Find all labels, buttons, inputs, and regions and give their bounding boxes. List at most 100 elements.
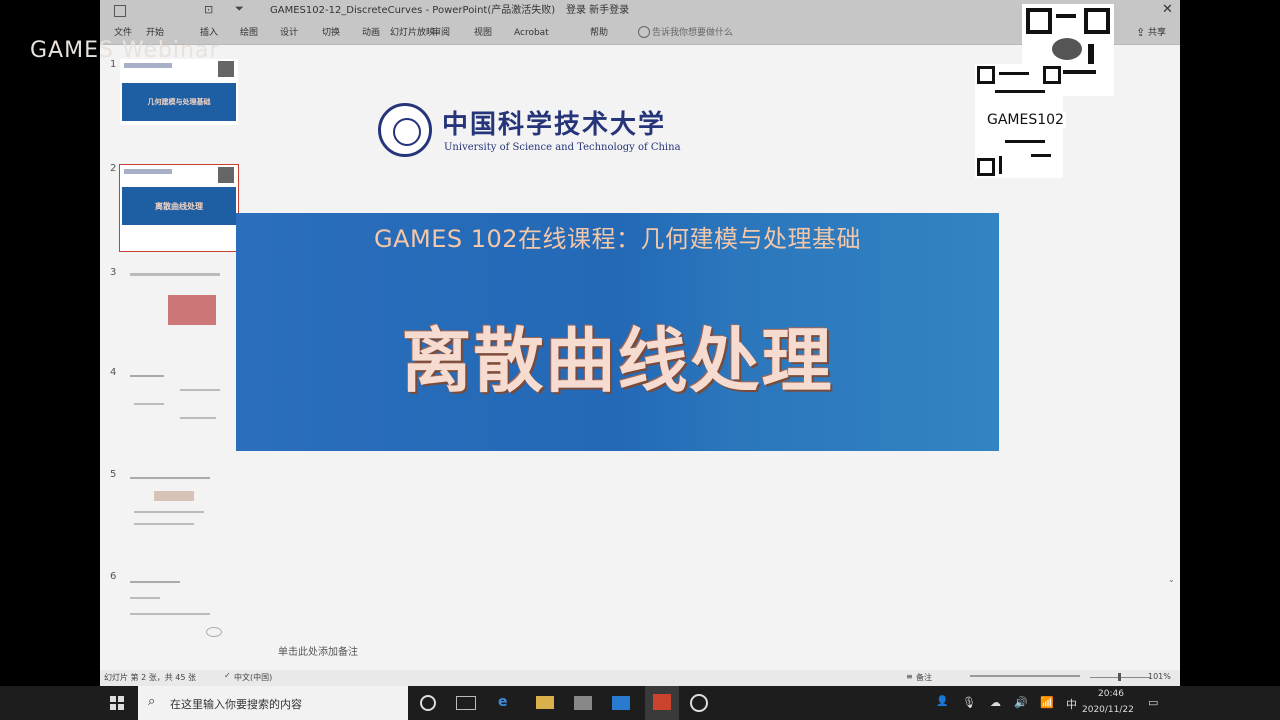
watermark: GAMES Webinar bbox=[30, 38, 220, 63]
tab-view[interactable]: 视图 bbox=[474, 22, 492, 44]
thumbnail-pane[interactable]: 1 几何建模与处理基础 2 离散曲线处理 3 4 5 6 bbox=[100, 45, 240, 670]
volume-icon[interactable]: 🔊 bbox=[1014, 696, 1028, 709]
window-title: GAMES102-12_DiscreteCurves - PowerPoint(… bbox=[270, 5, 556, 16]
thumb-logo bbox=[124, 169, 172, 174]
clock-app-icon[interactable] bbox=[690, 694, 708, 712]
thumb-banner: 几何建模与处理基础 bbox=[122, 83, 236, 121]
qr-module bbox=[1031, 154, 1051, 157]
notes-button[interactable]: 备注 bbox=[916, 672, 932, 683]
thumb-text-line bbox=[130, 375, 164, 377]
thumbnail-slide-3[interactable] bbox=[120, 269, 238, 335]
qr-module bbox=[1005, 140, 1045, 143]
status-bar: 幻灯片 第 2 张，共 45 张 ✓ 中文(中国) ≡ 备注 101% bbox=[100, 670, 1180, 686]
thumbnail-number: 5 bbox=[110, 469, 117, 480]
title-banner: GAMES 102在线课程：几何建模与处理基础 离散曲线处理 bbox=[236, 213, 999, 451]
signin-link[interactable]: 登录 新手登录 bbox=[566, 0, 629, 22]
search-icon: ⌕ bbox=[148, 694, 156, 709]
slideshow-icon[interactable]: ⊡ bbox=[204, 3, 213, 16]
microphone-icon[interactable]: 🎙 bbox=[962, 696, 976, 709]
tab-draw[interactable]: 绘图 bbox=[240, 22, 258, 44]
powerpoint-taskbar-button[interactable] bbox=[645, 686, 679, 720]
thumbnail-slide-5[interactable] bbox=[120, 471, 238, 551]
people-icon[interactable]: 👤 bbox=[936, 696, 948, 707]
university-name-en: University of Science and Technology of … bbox=[444, 142, 681, 153]
thumb-text-line bbox=[130, 613, 210, 615]
clock-date[interactable]: 2020/11/22 bbox=[1082, 705, 1134, 715]
notes-placeholder[interactable]: 单击此处添加备注 bbox=[278, 643, 358, 658]
share-icon[interactable]: ⇪ bbox=[1136, 26, 1145, 39]
thumb-text-line bbox=[130, 273, 220, 276]
thumb-text-line bbox=[130, 581, 180, 583]
title-bar: ⊡ ⏷ GAMES102-12_DiscreteCurves - PowerPo… bbox=[100, 0, 1180, 22]
tab-help[interactable]: 帮助 bbox=[590, 22, 608, 44]
mail-icon[interactable] bbox=[612, 696, 630, 710]
tab-slideshow[interactable]: 幻灯片放映 bbox=[390, 22, 435, 44]
customize-qat-icon[interactable]: ⏷ bbox=[235, 2, 244, 16]
zoom-slider-handle[interactable] bbox=[1118, 673, 1121, 681]
tab-acrobat[interactable]: Acrobat bbox=[514, 22, 549, 44]
tab-review[interactable]: 审阅 bbox=[432, 22, 450, 44]
slide-counter: 幻灯片 第 2 张，共 45 张 bbox=[104, 673, 196, 682]
thumbnail-number: 6 bbox=[110, 571, 117, 582]
tab-design[interactable]: 设计 bbox=[280, 22, 298, 44]
qr-module bbox=[1052, 38, 1082, 60]
qr-finder bbox=[1026, 8, 1052, 34]
thumb-text-line bbox=[130, 597, 160, 599]
qr-finder bbox=[1043, 66, 1061, 84]
notes-icon[interactable]: ≡ bbox=[906, 672, 913, 681]
thumbnail-slide-1[interactable]: 几何建模与处理基础 bbox=[120, 59, 238, 125]
thumb-shape bbox=[206, 627, 222, 637]
thumbnail-number: 4 bbox=[110, 367, 117, 378]
thumb-text-line bbox=[134, 403, 164, 405]
task-view-app-icon[interactable] bbox=[456, 696, 476, 710]
tell-me-search[interactable]: 告诉我你想要做什么 bbox=[652, 22, 733, 44]
qr-module bbox=[1088, 44, 1094, 64]
store-icon[interactable] bbox=[574, 696, 592, 710]
thumb-text-line bbox=[180, 417, 216, 419]
qr-code-slide: GAMES102 bbox=[975, 64, 1066, 178]
search-placeholder: 在这里输入你要搜索的内容 bbox=[170, 698, 302, 711]
thumb-title: 离散曲线处理 bbox=[155, 202, 203, 211]
thumbnail-slide-6[interactable] bbox=[120, 573, 238, 639]
thumbnail-number: 2 bbox=[110, 163, 117, 174]
thumbnail-slide-4[interactable] bbox=[120, 369, 238, 435]
scroll-down-icon[interactable]: ⌄ bbox=[1168, 575, 1175, 584]
university-name-cn: 中国科学技术大学 bbox=[442, 110, 667, 140]
ime-indicator[interactable]: 中 bbox=[1066, 696, 1077, 712]
thumb-logo bbox=[124, 63, 172, 68]
thumb-text-line bbox=[134, 511, 204, 513]
file-explorer-icon[interactable] bbox=[536, 696, 554, 709]
thumb-image bbox=[168, 295, 216, 325]
qr-module bbox=[995, 90, 1045, 93]
qr-module bbox=[1056, 14, 1076, 18]
onedrive-icon[interactable]: ☁ bbox=[990, 696, 1001, 709]
tab-transitions[interactable]: 切换 bbox=[322, 22, 340, 44]
qr-finder bbox=[1084, 8, 1110, 34]
thumbnail-slide-2[interactable]: 离散曲线处理 bbox=[119, 164, 239, 252]
thumb-text-line bbox=[134, 523, 194, 525]
lecture-title: 离散曲线处理 bbox=[401, 320, 834, 402]
edge-icon[interactable]: e bbox=[498, 694, 508, 710]
thumb-title: 几何建模与处理基础 bbox=[147, 98, 211, 106]
thumb-qr bbox=[218, 167, 234, 183]
close-icon[interactable]: ✕ bbox=[1162, 2, 1173, 17]
save-icon[interactable] bbox=[114, 5, 126, 17]
qr-label: GAMES102 bbox=[985, 112, 1066, 128]
windows-start-icon[interactable] bbox=[110, 696, 124, 710]
share-button[interactable]: 共享 bbox=[1148, 22, 1166, 44]
thumb-image bbox=[154, 491, 194, 501]
view-buttons[interactable] bbox=[970, 675, 1080, 677]
taskbar: ⌕ 在这里输入你要搜索的内容 e 👤 🎙 ☁ 🔊 📶 中 20:46 2020/… bbox=[0, 686, 1280, 720]
notification-icon[interactable]: ▭ bbox=[1148, 696, 1158, 709]
zoom-level[interactable]: 101% bbox=[1148, 672, 1171, 681]
clock-time[interactable]: 20:46 bbox=[1098, 689, 1124, 699]
network-icon[interactable]: 📶 bbox=[1040, 696, 1054, 709]
spellcheck-icon[interactable]: ✓ bbox=[224, 671, 231, 680]
thumbnail-number: 3 bbox=[110, 267, 117, 278]
tab-animations[interactable]: 动画 bbox=[362, 22, 380, 44]
ustc-logo-inner bbox=[393, 118, 421, 146]
thumb-qr bbox=[218, 61, 234, 77]
language-indicator[interactable]: 中文(中国) bbox=[234, 672, 272, 683]
task-view-icon[interactable] bbox=[420, 695, 436, 711]
taskbar-search[interactable]: ⌕ 在这里输入你要搜索的内容 bbox=[138, 686, 408, 720]
